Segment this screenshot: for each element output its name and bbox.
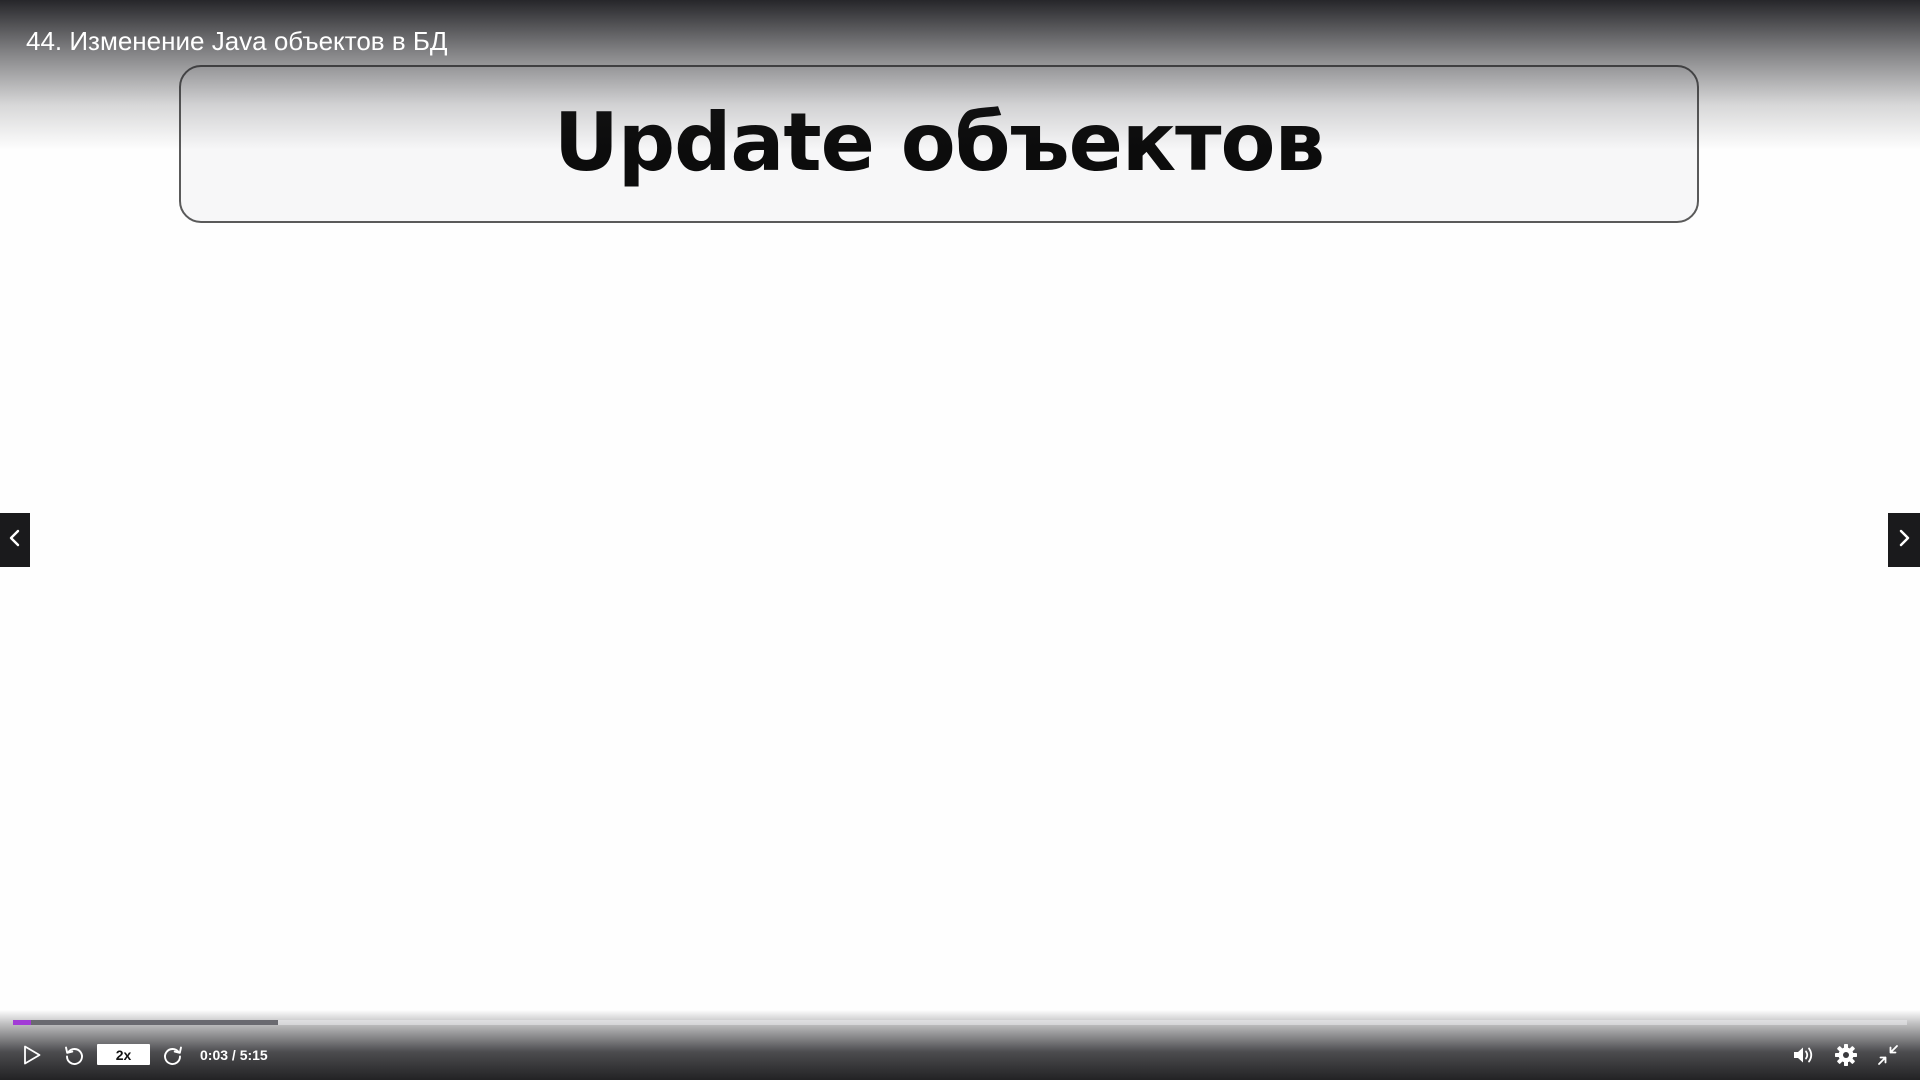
forward-icon bbox=[162, 1044, 184, 1066]
slide-heading-box: Update объектов bbox=[179, 65, 1699, 223]
video-player[interactable]: Update объектов 44. Изменение Java объек… bbox=[0, 0, 1920, 1080]
slide-heading: Update объектов bbox=[553, 95, 1325, 189]
settings-button[interactable] bbox=[1832, 1037, 1860, 1073]
progress-played bbox=[13, 1020, 31, 1025]
next-lesson-button[interactable] bbox=[1888, 513, 1920, 567]
play-icon bbox=[23, 1045, 41, 1065]
previous-lesson-button[interactable] bbox=[0, 513, 30, 567]
control-bar: 2x 0:03 / 5:15 bbox=[0, 1037, 1920, 1073]
chevron-left-icon bbox=[8, 528, 22, 553]
play-button[interactable] bbox=[18, 1037, 46, 1073]
exit-fullscreen-button[interactable] bbox=[1874, 1037, 1902, 1073]
forward-button[interactable] bbox=[159, 1037, 187, 1073]
volume-icon bbox=[1792, 1044, 1816, 1066]
rewind-icon bbox=[63, 1044, 85, 1066]
time-display: 0:03 / 5:15 bbox=[200, 1047, 268, 1063]
progress-buffered bbox=[13, 1020, 279, 1025]
chevron-right-icon bbox=[1897, 528, 1911, 553]
playback-speed-button[interactable]: 2x bbox=[97, 1044, 150, 1065]
exit-fullscreen-icon bbox=[1877, 1044, 1899, 1066]
progress-bar[interactable] bbox=[13, 1020, 1907, 1025]
rewind-button[interactable] bbox=[60, 1037, 88, 1073]
volume-button[interactable] bbox=[1790, 1037, 1818, 1073]
gear-icon bbox=[1834, 1043, 1858, 1067]
video-title: 44. Изменение Java объектов в БД bbox=[26, 26, 448, 56]
